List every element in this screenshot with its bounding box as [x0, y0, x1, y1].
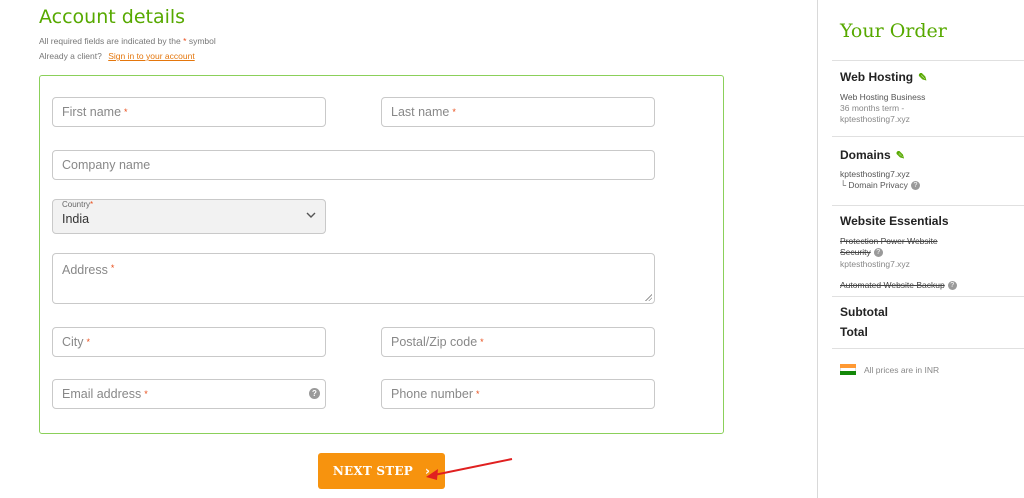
- order-sidebar: Your Order Web Hosting ✎ Web Hosting Busi…: [817, 0, 1024, 498]
- prices-currency-note: All prices are in INR: [864, 365, 940, 375]
- phone-number-field[interactable]: Phone number *: [381, 379, 655, 409]
- first-name-field[interactable]: First name *: [52, 97, 326, 127]
- total-label: Total: [840, 325, 868, 339]
- domain-name: kptesthosting7.xyz: [840, 169, 910, 179]
- help-icon[interactable]: ?: [947, 281, 957, 291]
- essentials-item-security: Protection Power Website: [840, 236, 938, 246]
- help-icon[interactable]: ?: [309, 388, 320, 399]
- divider: [832, 205, 1024, 206]
- client-note: Already a client? Sign in to your accoun…: [39, 51, 195, 61]
- edit-pencil-icon[interactable]: ✎: [896, 150, 905, 162]
- subtotal-label: Subtotal: [840, 305, 888, 319]
- last-name-field[interactable]: Last name *: [381, 97, 655, 127]
- domain-privacy: └ Domain Privacy?: [840, 180, 920, 191]
- divider: [832, 348, 1024, 349]
- divider: [832, 296, 1024, 297]
- divider: [832, 136, 1024, 137]
- required-fields-note: All required fields are indicated by the…: [39, 36, 216, 46]
- annotation-arrow: [426, 458, 513, 480]
- page-title: Account details: [39, 6, 186, 28]
- city-field[interactable]: City *: [52, 327, 326, 357]
- help-icon[interactable]: ?: [873, 248, 883, 258]
- address-field[interactable]: Address *: [52, 253, 655, 304]
- resize-handle-icon[interactable]: [645, 294, 652, 301]
- essentials-item-backup: Automated Website Backup?: [840, 280, 957, 291]
- postal-code-field[interactable]: Postal/Zip code *: [381, 327, 655, 357]
- edit-pencil-icon[interactable]: ✎: [918, 72, 927, 84]
- order-title: Your Order: [840, 20, 947, 42]
- hosting-domain: kptesthosting7.xyz: [840, 114, 910, 124]
- domains-heading: Domains ✎: [840, 148, 905, 162]
- hosting-term: 36 months term -: [840, 103, 905, 113]
- help-icon[interactable]: ?: [910, 181, 920, 191]
- chevron-down-icon: [306, 212, 316, 218]
- divider: [832, 60, 1024, 61]
- essentials-item-domain: kptesthosting7.xyz: [840, 259, 910, 269]
- country-value: India: [62, 212, 90, 226]
- country-label: Country*: [62, 200, 94, 209]
- india-flag-icon: [840, 364, 856, 375]
- website-essentials-heading: Website Essentials: [840, 214, 949, 228]
- country-select[interactable]: Country* India: [52, 199, 326, 234]
- essentials-item-security-cont: Security?: [840, 247, 883, 258]
- sign-in-link[interactable]: Sign in to your account: [108, 51, 194, 61]
- email-field[interactable]: Email address * ?: [52, 379, 326, 409]
- hosting-plan: Web Hosting Business: [840, 92, 926, 102]
- company-name-field[interactable]: Company name: [52, 150, 655, 180]
- web-hosting-heading: Web Hosting ✎: [840, 70, 928, 84]
